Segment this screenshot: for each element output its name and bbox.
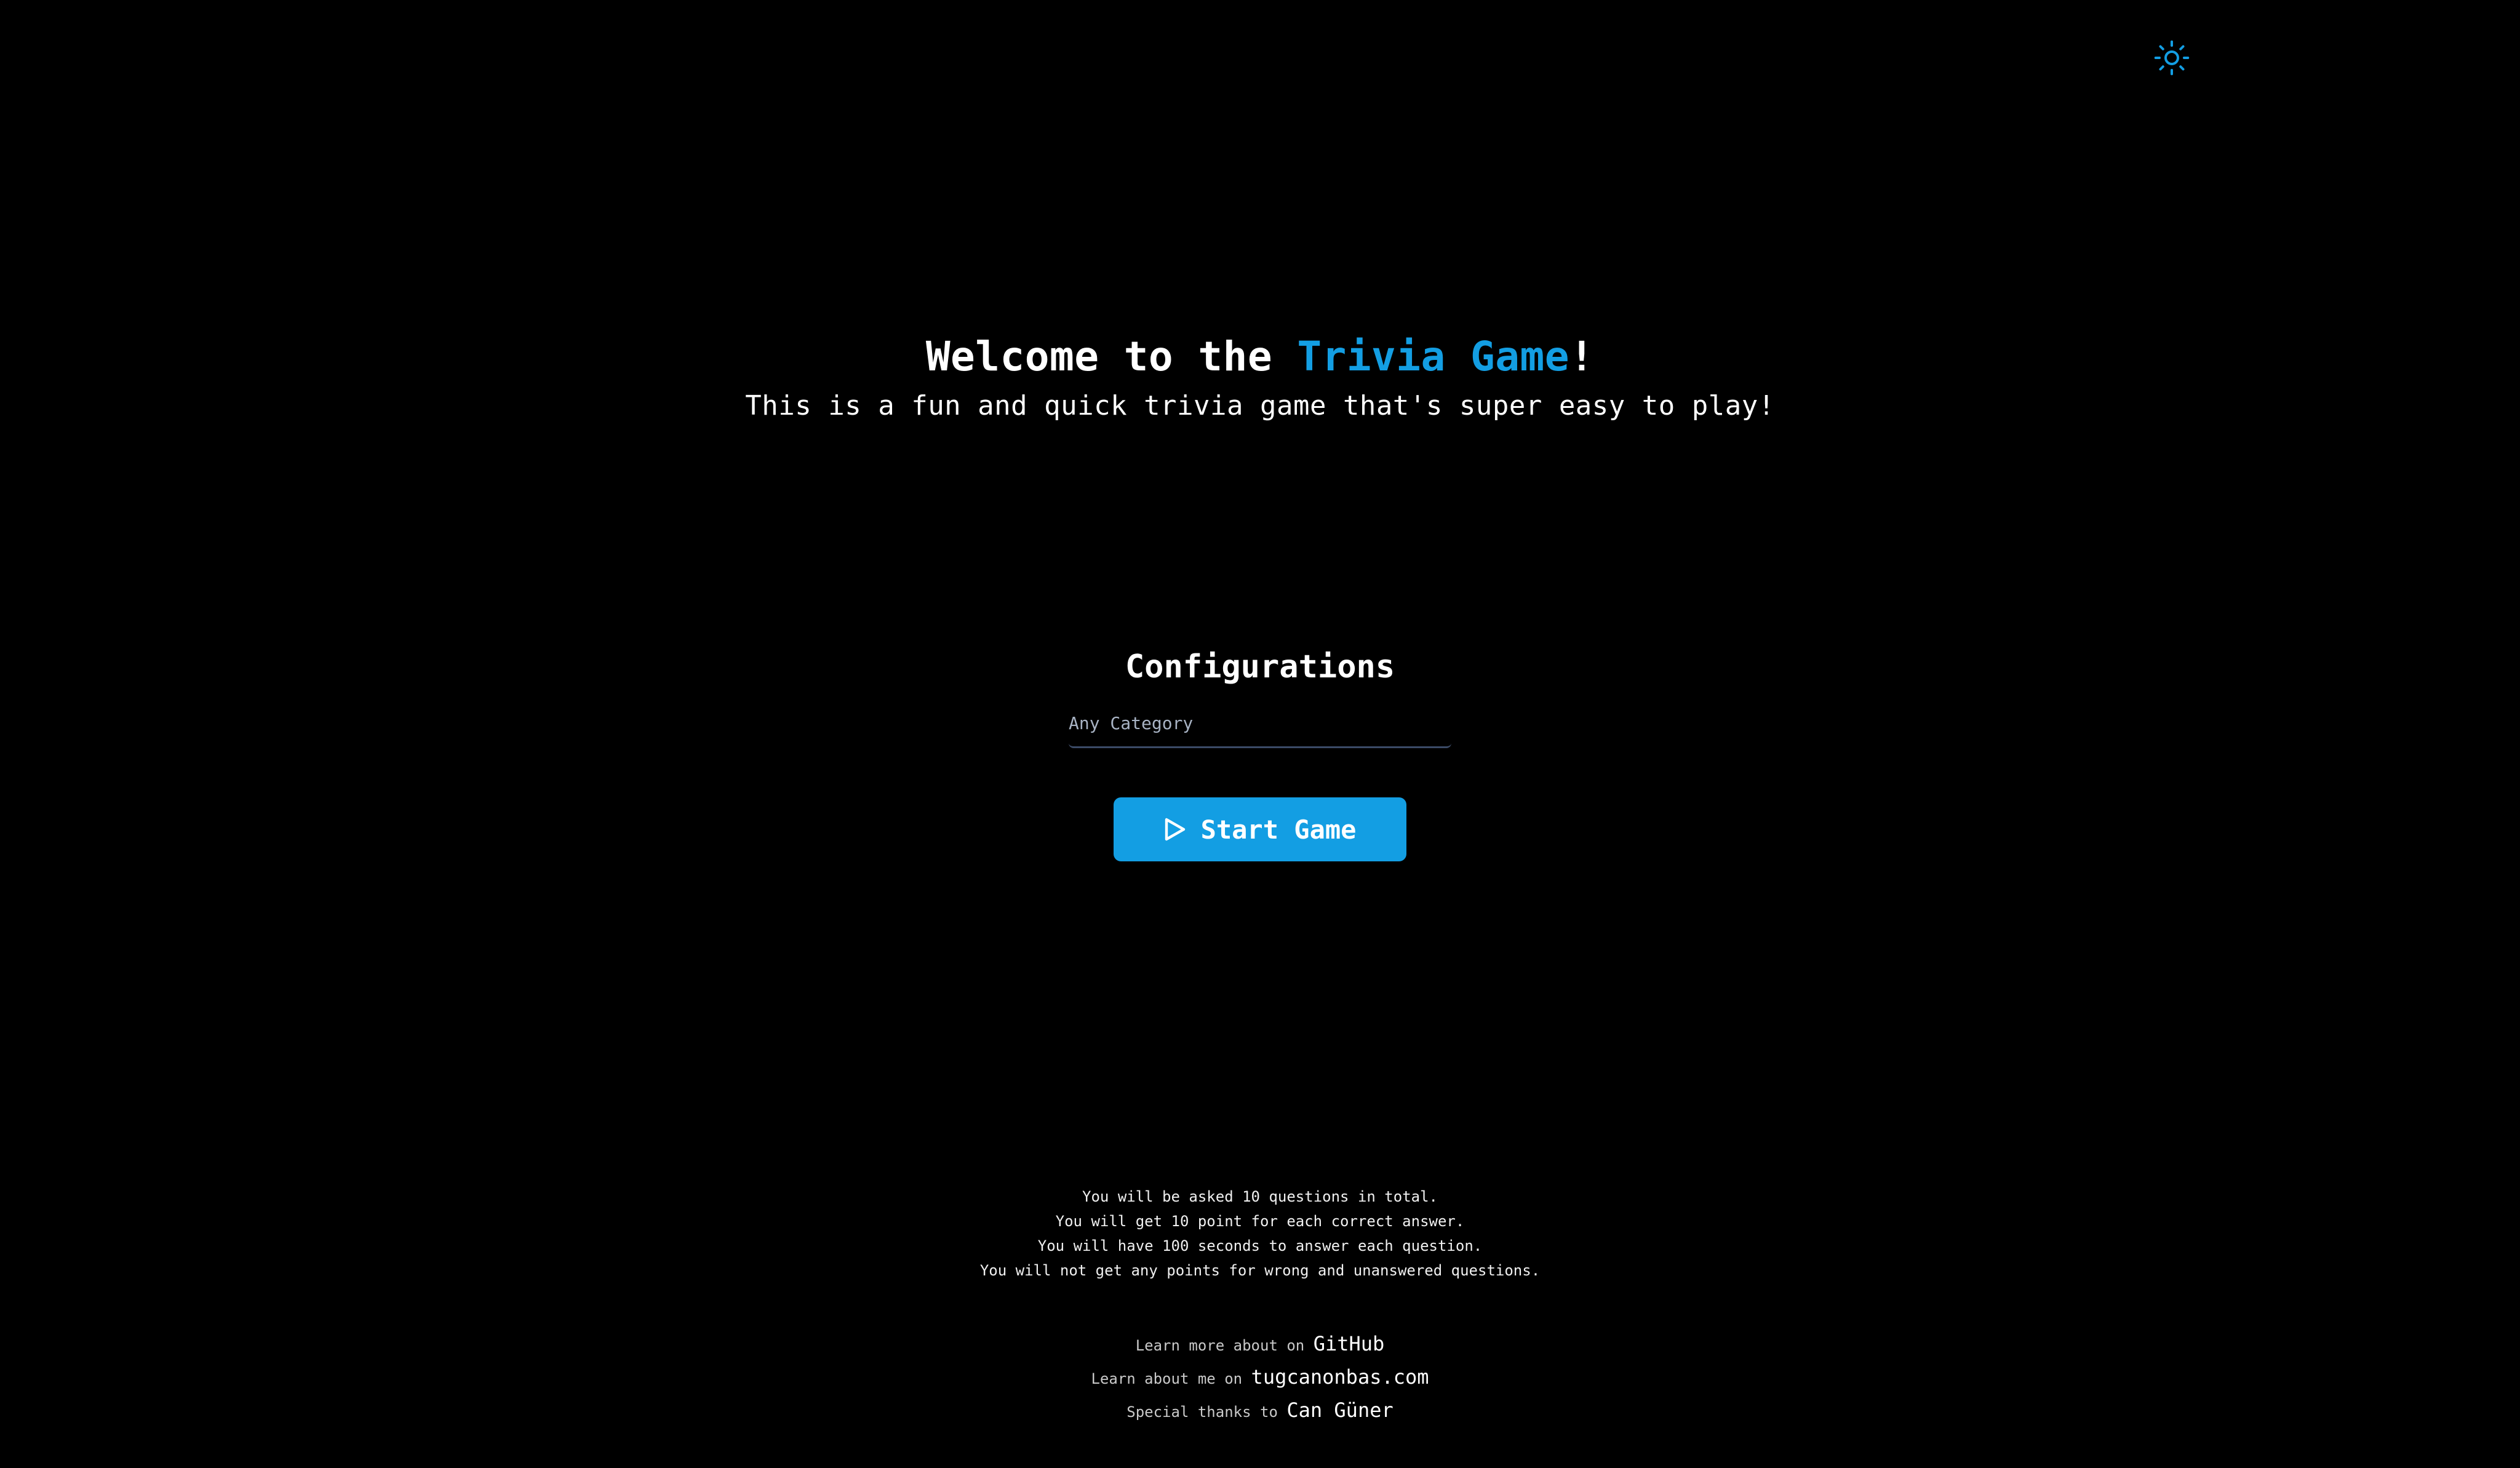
credit-label: Learn about me on [1091, 1370, 1251, 1387]
title-suffix: ! [1569, 333, 1595, 380]
configurations-title: Configurations [1125, 648, 1395, 685]
rule-item: You will have 100 seconds to answer each… [1037, 1237, 1483, 1255]
title-prefix: Welcome to the [925, 333, 1298, 380]
rules-list: You will be asked 10 questions in total.… [0, 1184, 2520, 1283]
sun-icon [2154, 40, 2190, 76]
credit-line-website: Learn about me on tugcanonbas.com [0, 1362, 2520, 1395]
rule-item: You will be asked 10 questions in total. [1082, 1188, 1438, 1205]
rule-item: You will not get any points for wrong an… [979, 1262, 1541, 1279]
configurations-panel: Configurations Any Category Start Game [0, 645, 2520, 861]
title-highlight: Trivia Game [1297, 333, 1569, 380]
credit-label: Learn more about on [1135, 1337, 1314, 1354]
page-subtitle: This is a fun and quick trivia game that… [745, 390, 1775, 421]
play-icon [1165, 818, 1185, 841]
credits: Learn more about on GitHub Learn about m… [0, 1329, 2520, 1429]
website-link[interactable]: tugcanonbas.com [1251, 1365, 1429, 1389]
credit-line-github: Learn more about on GitHub [0, 1329, 2520, 1362]
start-game-button[interactable]: Start Game [1114, 797, 1406, 861]
category-select[interactable]: Any Category [1069, 700, 1451, 748]
theme-toggle-button[interactable] [2153, 39, 2190, 76]
page-title: Welcome to the Trivia Game! [0, 326, 2520, 388]
category-select-value: Any Category [1069, 713, 1194, 733]
github-link[interactable]: GitHub [1314, 1332, 1385, 1355]
hero: Welcome to the Trivia Game! This is a fu… [0, 326, 2520, 425]
thanks-link[interactable]: Can Güner [1286, 1398, 1393, 1422]
start-game-label: Start Game [1200, 814, 1357, 845]
credit-label: Special thanks to [1126, 1403, 1287, 1421]
credit-line-thanks: Special thanks to Can Güner [0, 1395, 2520, 1429]
rule-item: You will get 10 point for each correct a… [1055, 1213, 1465, 1230]
